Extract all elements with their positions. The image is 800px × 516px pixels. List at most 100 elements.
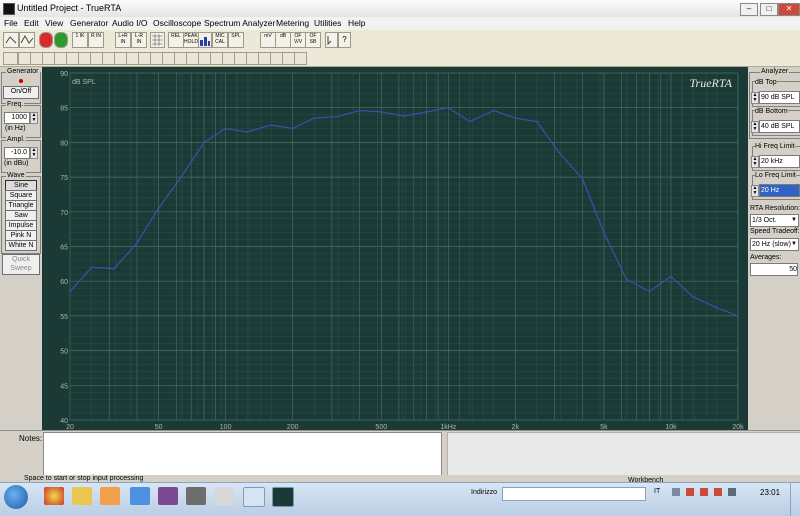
wave-white-noise-button[interactable]: White N [5, 240, 37, 251]
spectrum-data-point [90, 266, 93, 269]
menu-metering[interactable]: Metering [276, 18, 309, 28]
tray-app-label: Workbench [628, 477, 664, 484]
show-desktop-button[interactable] [790, 483, 800, 516]
generator-1k-button[interactable]: 1 IK [72, 32, 88, 48]
ampl-spinner-icon[interactable]: ▲ ▼ [30, 147, 38, 159]
address-input[interactable] [502, 487, 646, 501]
spectrum-data-point [113, 267, 115, 270]
db-bottom-spinner-icon[interactable]: ▲ ▼ [751, 121, 759, 133]
speed-tradeoff-select[interactable]: 20 Hz (slow) ▼ [750, 238, 799, 251]
right-input-button[interactable]: R IN [88, 32, 104, 48]
spl-button[interactable]: SPL [228, 32, 244, 48]
arrow-icon[interactable] [3, 32, 19, 48]
rel-button[interactable]: REL [168, 32, 184, 48]
db-top-spinner-icon[interactable]: ▲ ▼ [751, 92, 759, 104]
help-icon[interactable]: ? [338, 32, 351, 48]
db-bottom-label: dB Bottom [755, 108, 788, 115]
y-tick-label: 70 [60, 210, 68, 217]
tray-icon-1[interactable] [672, 488, 680, 496]
ampl-input[interactable]: -10.0 [4, 147, 30, 159]
analyzer-title: Analyzer [760, 68, 790, 75]
chevron-down-icon: ▼ [791, 217, 797, 223]
task-app-icon-2[interactable] [243, 487, 265, 507]
rta-resolution-select[interactable]: 1/3 Oct. ▼ [750, 214, 799, 227]
view-toggle-icon[interactable] [3, 52, 18, 65]
spectrum-data-point [402, 115, 405, 117]
menu-spectrum-analyzer[interactable]: Spectrum Analyzer [204, 18, 275, 28]
spectrum-data-point [335, 115, 338, 118]
averages-input[interactable]: 50 [750, 263, 798, 276]
menu-oscilloscope[interactable]: Oscilloscope [153, 18, 201, 28]
waveform-icon[interactable] [19, 32, 35, 48]
lr-sum-input-button[interactable]: L+R IN [115, 32, 131, 48]
menu-view[interactable]: View [45, 18, 63, 28]
internet-explorer-icon[interactable] [130, 487, 150, 505]
menu-help[interactable]: Help [348, 18, 365, 28]
db-top-input[interactable]: 90 dB SPL [759, 91, 800, 104]
maximize-button[interactable]: □ [760, 3, 778, 16]
db-bottom-input[interactable]: 40 dB SPL [759, 120, 800, 133]
secondary-toolbar [0, 50, 800, 67]
chevron-down-icon: ▼ [791, 241, 797, 247]
task-app-icon-1[interactable] [214, 487, 234, 505]
y-tick-label: 85 [60, 106, 68, 113]
play-icon[interactable] [54, 32, 68, 48]
status-text: Space to start or stop input processing [24, 475, 144, 482]
tray-icon-2[interactable] [686, 488, 694, 496]
archive-icon[interactable] [158, 487, 178, 505]
language-indicator[interactable]: IT [654, 488, 660, 495]
y-tick-label: 60 [60, 279, 68, 286]
menu-edit[interactable]: Edit [24, 18, 39, 28]
whats-this-icon[interactable] [325, 32, 338, 48]
spectrum-chart: 404550556065707580859020 50 100 200 500 1kHz 2… [60, 71, 744, 431]
grid-icon[interactable] [150, 32, 165, 48]
hi-freq-input[interactable]: 20 kHz [759, 155, 800, 168]
generator-led-icon [19, 79, 23, 83]
y-tick-label: 50 [60, 349, 68, 356]
menu-file[interactable]: File [4, 18, 18, 28]
db-button[interactable]: dB [275, 32, 291, 48]
spectrum-data-point [224, 127, 227, 130]
stack-icon[interactable] [186, 487, 206, 505]
preset-button-24[interactable] [294, 52, 307, 65]
menu-utilities[interactable]: Utilities [314, 18, 341, 28]
tray-icon-3[interactable] [700, 488, 708, 496]
freq-input[interactable]: 1000 [4, 112, 30, 124]
tray-icon-4[interactable] [714, 488, 722, 496]
wave-label: Wave [6, 172, 26, 179]
notes-textarea[interactable] [43, 432, 442, 478]
address-label: Indirizzo [471, 489, 498, 496]
lo-freq-input[interactable]: 20 Hz [759, 184, 800, 197]
menu-generator[interactable]: Generator [70, 18, 108, 28]
peak-hold-button[interactable]: PEAK HOLD [183, 32, 199, 48]
bar-chart-icon[interactable] [198, 32, 212, 48]
menu-audio-io[interactable]: Audio I/O [112, 18, 147, 28]
close-button[interactable]: ✕ [778, 3, 800, 16]
freq-spinner-icon[interactable]: ▲ ▼ [30, 112, 38, 124]
stop-icon[interactable] [39, 32, 53, 48]
sb-button[interactable]: OF SB [305, 32, 321, 48]
clock-time[interactable]: 23:01 [760, 488, 780, 497]
spectrum-data-point [715, 306, 718, 309]
quick-sweep-button[interactable]: Quick Sweep [2, 254, 40, 275]
spectrum-data-point [581, 177, 584, 180]
vv-button[interactable]: OF V/V [290, 32, 306, 48]
hi-freq-label: Hi Freq Limit [755, 143, 795, 150]
explorer-folder-icon[interactable] [72, 487, 92, 505]
spectrum-data-point [380, 110, 383, 113]
start-button[interactable] [4, 485, 28, 509]
chrome-icon[interactable] [44, 487, 64, 505]
lo-freq-spinner-icon[interactable]: ▲ ▼ [751, 185, 759, 197]
main-toolbar: 1 IK R IN L+R IN L-R IN REL PEAK HOLD MI… [0, 30, 800, 51]
lr-diff-input-button[interactable]: L-R IN [131, 32, 147, 48]
volume-icon[interactable] [728, 488, 736, 496]
mv-button[interactable]: mV [260, 32, 276, 48]
hi-freq-spinner-icon[interactable]: ▲ ▼ [751, 156, 759, 168]
rta-resolution-label: RTA Resolution: [750, 205, 800, 212]
truerta-task-icon[interactable] [272, 487, 294, 507]
mic-cal-button[interactable]: MIC CAL [212, 32, 228, 48]
media-player-icon[interactable] [100, 487, 120, 505]
generator-onoff-button[interactable]: On/Off [3, 86, 39, 99]
generator-title: Generator [6, 68, 40, 75]
minimize-button[interactable]: – [740, 3, 758, 16]
